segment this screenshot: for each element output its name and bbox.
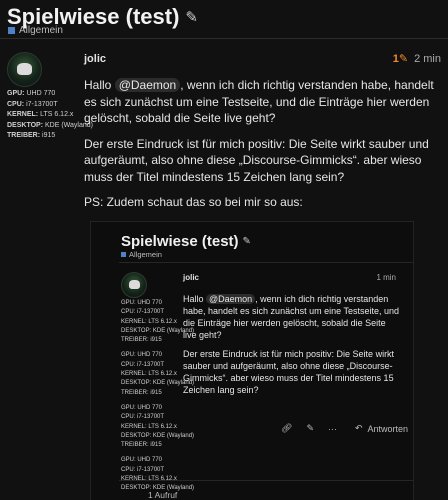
post-paragraph: Der erste Eindruck ist für mich positiv:… <box>183 349 395 395</box>
reply-button: ↶ Antworten <box>354 423 409 434</box>
edit-history-button[interactable]: 1✎ <box>393 52 408 65</box>
flair-line: GPU: UHD 770 <box>121 457 163 464</box>
post-meta: 1✎ 2 min <box>393 52 441 66</box>
avatar <box>121 272 147 298</box>
more-icon: ··· <box>327 423 337 434</box>
divider <box>119 262 413 263</box>
screenshot-time: 1 min <box>376 273 396 282</box>
screenshot-username: jolic <box>183 273 200 282</box>
mention-link: @Daemon <box>206 294 256 304</box>
flair-line: DESKTOP: KDE (Wayland) <box>121 432 195 439</box>
post-time[interactable]: 2 min <box>414 53 441 65</box>
category-label: Allgemein <box>19 25 63 36</box>
pencil-icon: ✎ <box>242 236 251 247</box>
screenshot-post-body: Hallo @Daemon, wenn ich dich richtig ver… <box>183 293 401 403</box>
flair-line: CPU: i7-13700T <box>121 466 165 473</box>
pencil-icon: ✎ <box>398 53 409 65</box>
pencil-icon[interactable]: ✎ <box>185 8 198 26</box>
avatar[interactable] <box>7 52 42 87</box>
divider <box>0 38 448 39</box>
flair-line: GPU: UHD 770 <box>121 404 163 411</box>
reply-arrow-icon: ↶ <box>354 423 363 433</box>
link-icon: 🔗︎ <box>281 423 293 433</box>
category-color-square <box>121 252 126 257</box>
embedded-screenshot[interactable]: Spielwiese (test) ✎ Allgemein jolic 1 mi… <box>90 221 414 500</box>
screenshot-post-actions: 🔗︎ ✎ ··· ↶ Antworten <box>281 423 408 434</box>
post-paragraph: PS: Zudem schaut das so bei mir so aus: <box>84 195 303 209</box>
user-flair: GPU: UHD 770 CPU: i7-13700T KERNEL: LTS … <box>7 89 93 142</box>
category-color-square <box>8 27 15 34</box>
flair-line: CPU: i7-13700T <box>121 414 165 421</box>
pencil-icon: ✎ <box>306 423 314 433</box>
post-paragraph: Hallo @Daemon, wenn ich dich richtig ver… <box>183 294 399 340</box>
flair-line: CPU: i7-13700T <box>7 100 58 108</box>
flair-line: TREIBER: i915 <box>121 442 162 449</box>
flair-line: KERNEL: LTS 6.12.x <box>7 111 74 119</box>
post-body: Hallo @Daemon, wenn ich dich richtig ver… <box>84 77 436 220</box>
screenshot-category: Allgemein <box>121 250 162 259</box>
post-paragraph: Hallo @Daemon, wenn ich dich richtig ver… <box>84 78 434 125</box>
mention-link[interactable]: @Daemon <box>114 78 181 92</box>
flair-line: GPU: UHD 770 <box>7 90 56 97</box>
post-username[interactable]: jolic <box>84 53 106 65</box>
flair-line: KERNEL: LTS 6.12.x <box>121 423 177 430</box>
category-badge[interactable]: Allgemein <box>8 25 63 36</box>
flair-line: DESKTOP: KDE (Wayland) <box>7 121 93 129</box>
screenshot-views: 1 Aufruf <box>148 490 178 500</box>
divider <box>119 480 413 481</box>
post-paragraph: Der erste Eindruck ist für mich positiv:… <box>84 136 429 184</box>
flair-line: TREIBER: i915 <box>7 132 56 140</box>
screenshot-title: Spielwiese (test) ✎ <box>121 233 251 250</box>
